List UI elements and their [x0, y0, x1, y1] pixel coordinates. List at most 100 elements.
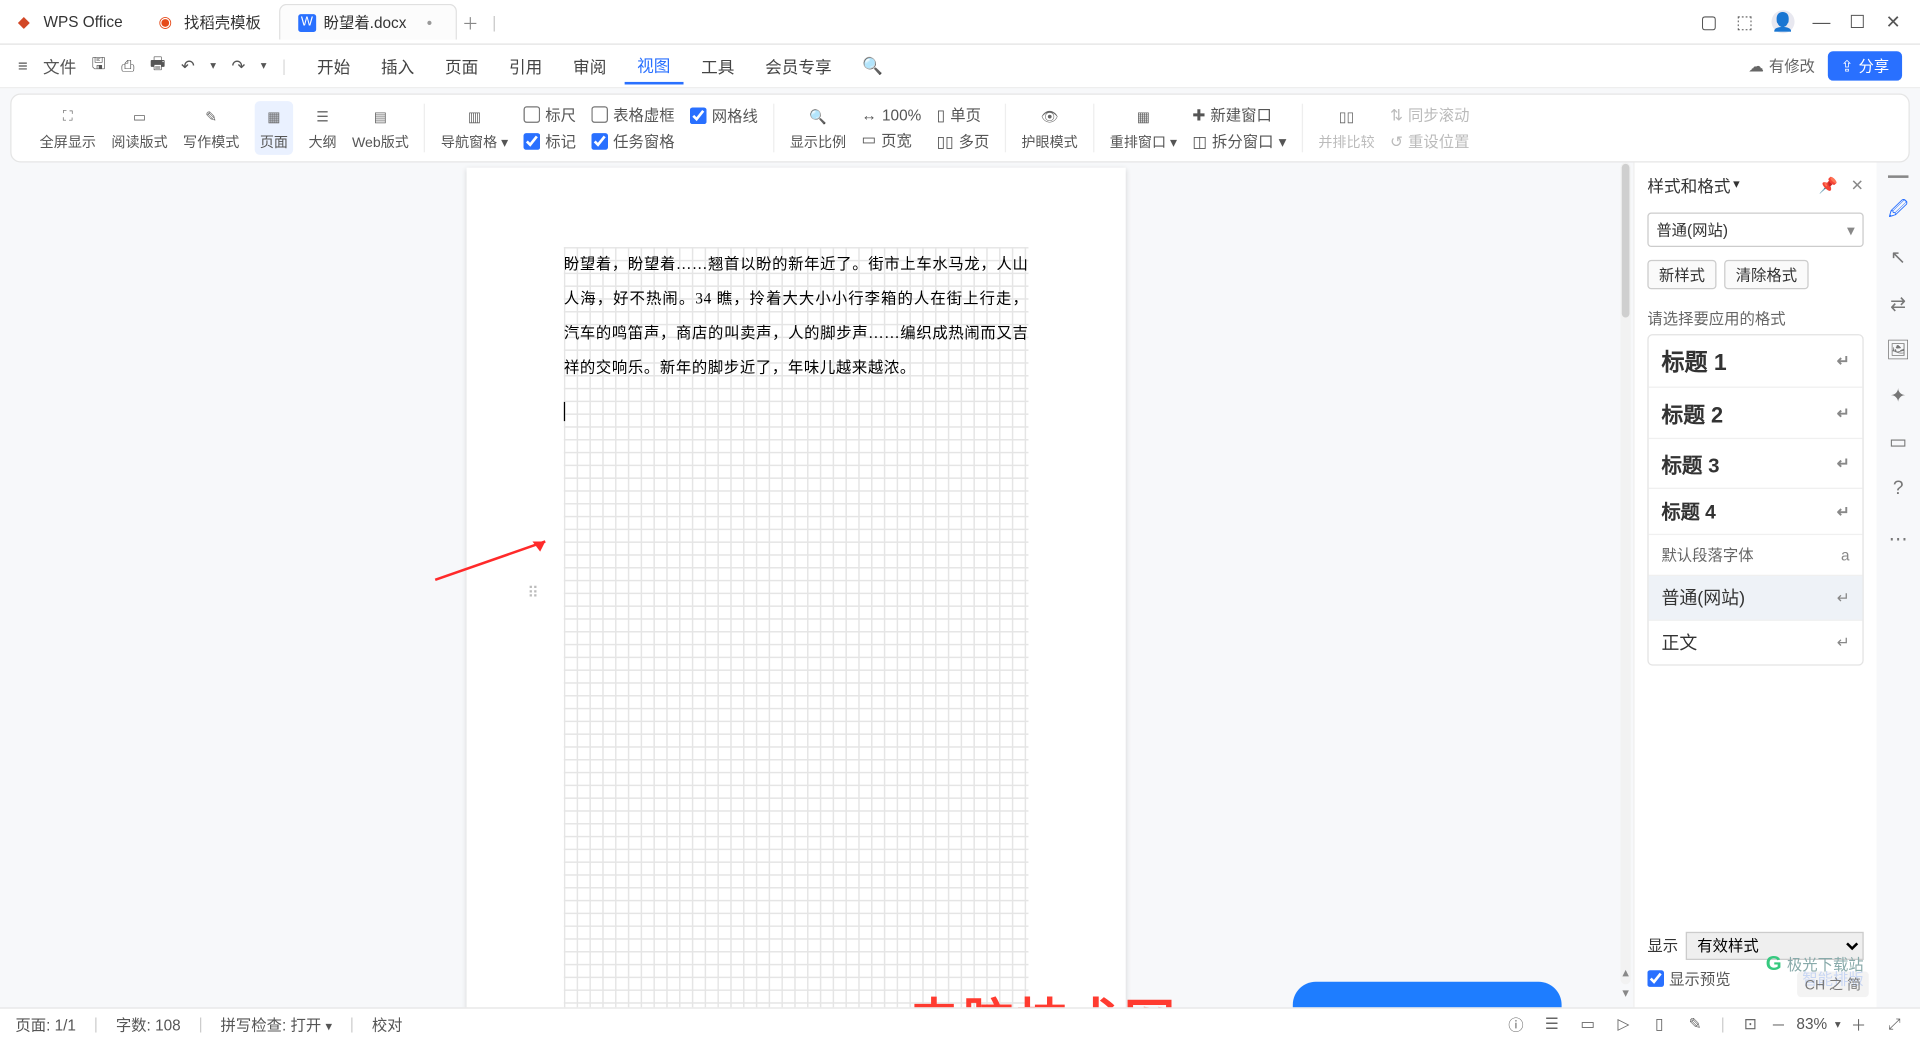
- page-indicator[interactable]: 页面: 1/1: [15, 1013, 76, 1035]
- style-heading2[interactable]: 标题 2↵: [1649, 388, 1863, 439]
- preview-checkbox[interactable]: 显示预览: [1647, 967, 1730, 989]
- print-icon[interactable]: ⎙: [121, 56, 134, 76]
- menu-start[interactable]: 开始: [304, 49, 363, 84]
- web-layout-button[interactable]: ▤Web版式: [352, 104, 409, 153]
- marks-checkbox[interactable]: 标记: [524, 131, 577, 153]
- nav-pane-button[interactable]: ▥导航窗格 ▾: [441, 104, 508, 153]
- wordcount-indicator[interactable]: 字数: 108: [116, 1013, 181, 1035]
- page-width-button[interactable]: ▭ 页宽: [862, 129, 922, 151]
- style-heading1[interactable]: 标题 1↵: [1649, 335, 1863, 387]
- menu-tools[interactable]: 工具: [688, 49, 747, 84]
- tools-icon[interactable]: ✦: [1885, 383, 1911, 409]
- document-area[interactable]: 盼望着，盼望着……翘首以盼的新年近了。街市上车水马龙，人山人海，好不热闹。34 …: [0, 163, 1592, 1007]
- hundred-percent-button[interactable]: ↔ 100%: [862, 106, 922, 124]
- multi-page-button[interactable]: ▯▯ 多页: [937, 131, 990, 153]
- spellcheck-indicator[interactable]: 拼写检查: 打开 ▾: [221, 1013, 332, 1035]
- settings-icon[interactable]: ⇄: [1885, 291, 1911, 317]
- style-normal-web[interactable]: 普通(网站)↵: [1649, 576, 1863, 621]
- style-brush-icon[interactable]: 🖉: [1885, 198, 1911, 224]
- cube-icon[interactable]: ⬚: [1736, 13, 1754, 31]
- menu-page[interactable]: 页面: [432, 49, 491, 84]
- zoom-icon: 🔍: [805, 104, 831, 130]
- menu-member[interactable]: 会员专享: [752, 49, 844, 84]
- style-heading3[interactable]: 标题 3↵: [1649, 439, 1863, 489]
- paragraph-drag-handle-icon[interactable]: ⠿: [527, 584, 541, 602]
- zoom-out-button[interactable]: －: [1768, 1014, 1788, 1034]
- clear-format-button[interactable]: 清除格式: [1724, 260, 1809, 289]
- new-style-button[interactable]: 新样式: [1647, 260, 1716, 289]
- current-style-select[interactable]: 普通(网站)▾: [1647, 212, 1863, 247]
- document-page[interactable]: 盼望着，盼望着……翘首以盼的新年近了。街市上车水马龙，人山人海，好不热闹。34 …: [467, 168, 1126, 1007]
- scroll-up-icon[interactable]: ▴: [1618, 966, 1633, 981]
- vertical-scrollbar[interactable]: [1620, 163, 1630, 984]
- taskpane-checkbox[interactable]: 任务窗格: [591, 131, 674, 153]
- redo-icon[interactable]: ↷: [231, 56, 245, 76]
- view-mode3-icon[interactable]: ▭: [1577, 1014, 1597, 1034]
- outline-button[interactable]: ☰大纲: [308, 104, 336, 153]
- zoom-button[interactable]: 🔍显示比例: [790, 104, 846, 153]
- menu-view[interactable]: 视图: [624, 47, 683, 84]
- tab-wps-home[interactable]: ◆ WPS Office: [0, 4, 141, 40]
- menu-reference[interactable]: 引用: [496, 49, 555, 84]
- search-icon[interactable]: 🔍: [862, 56, 883, 76]
- book-icon[interactable]: ▭: [1885, 429, 1911, 455]
- split-window-button[interactable]: ◫ 拆分窗口 ▾: [1192, 131, 1286, 153]
- undo-icon[interactable]: ↶: [181, 56, 195, 76]
- view-mode4-icon[interactable]: ▷: [1613, 1014, 1633, 1034]
- paragraph-text[interactable]: 盼望着，盼望着……翘首以盼的新年近了。街市上车水马龙，人山人海，好不热闹。34 …: [564, 247, 1029, 385]
- share-button[interactable]: ⇪分享: [1828, 51, 1902, 80]
- reading-mode-button[interactable]: ▭阅读版式: [111, 104, 167, 153]
- single-page-button[interactable]: ▯ 单页: [937, 104, 990, 126]
- expand-icon[interactable]: ⤢: [1884, 1014, 1904, 1034]
- print-preview-icon[interactable]: 🖶: [150, 52, 166, 80]
- style-heading4[interactable]: 标题 4↵: [1649, 489, 1863, 535]
- tab-template[interactable]: ◉ 找稻壳模板: [141, 4, 279, 40]
- menu-review[interactable]: 审阅: [560, 49, 619, 84]
- new-tab-button[interactable]: ＋: [456, 10, 484, 34]
- file-menu[interactable]: 文件: [43, 54, 76, 78]
- menu-insert[interactable]: 插入: [368, 49, 427, 84]
- style-default-para-font[interactable]: 默认段落字体a: [1649, 535, 1863, 576]
- zoom-level[interactable]: 83%: [1796, 1015, 1827, 1033]
- window-close-button[interactable]: ✕: [1884, 13, 1902, 31]
- more-icon[interactable]: ⋯: [1885, 526, 1911, 552]
- fit-icon[interactable]: ⊡: [1740, 1014, 1760, 1034]
- scrollbar-thumb[interactable]: [1622, 164, 1630, 318]
- ruler-checkbox[interactable]: 标尺: [524, 104, 577, 126]
- close-panel-icon[interactable]: ✕: [1851, 176, 1864, 194]
- view-mode1-icon[interactable]: ⓘ: [1506, 1014, 1526, 1034]
- window-maximize-button[interactable]: ☐: [1848, 13, 1866, 31]
- gridlines-checkbox[interactable]: 网格线: [690, 104, 758, 126]
- has-change-label[interactable]: ☁有修改: [1748, 55, 1815, 77]
- user-avatar-icon[interactable]: 👤: [1772, 10, 1795, 33]
- pin-icon[interactable]: 📌: [1819, 176, 1838, 194]
- style-body[interactable]: 正文↵: [1649, 621, 1863, 665]
- word-doc-icon: W: [298, 13, 316, 31]
- new-window-button[interactable]: ✚ 新建窗口: [1192, 104, 1286, 126]
- panel-icon[interactable]: ▢: [1700, 13, 1718, 31]
- window-minimize-button[interactable]: —: [1812, 13, 1830, 31]
- view-mode2-icon[interactable]: ☰: [1542, 1014, 1562, 1034]
- select-icon[interactable]: ↖: [1885, 244, 1911, 270]
- tab-document[interactable]: W 盼望着.docx •: [279, 4, 457, 40]
- multi-page-icon: ▯▯: [937, 132, 954, 150]
- collapse-sidebar-icon[interactable]: [1888, 175, 1908, 178]
- eye-protect-button[interactable]: 👁护眼模式: [1021, 104, 1077, 153]
- view-mode6-icon[interactable]: ✎: [1685, 1014, 1705, 1034]
- zoom-in-button[interactable]: ＋: [1848, 1014, 1868, 1034]
- undo-dropdown-icon[interactable]: ▾: [210, 59, 216, 73]
- hamburger-icon[interactable]: ≡: [18, 56, 28, 75]
- writing-mode-button[interactable]: ✎写作模式: [183, 104, 239, 153]
- fullscreen-button[interactable]: ⛶全屏显示: [40, 104, 96, 153]
- view-mode5-icon[interactable]: ▯: [1649, 1014, 1669, 1034]
- scroll-down-icon[interactable]: ▾: [1618, 986, 1633, 1001]
- proofread-indicator[interactable]: 校对: [372, 1013, 403, 1035]
- tableframe-checkbox[interactable]: 表格虚框: [591, 104, 674, 126]
- redo-dropdown-icon[interactable]: ▾: [261, 59, 267, 73]
- menu-bar: ≡ 文件 🖫 ⎙ 🖶 ↶ ▾ ↷ ▾ | 开始 插入 页面 引用 审阅 视图 工…: [0, 45, 1920, 89]
- save-icon[interactable]: 🖫: [92, 52, 106, 80]
- rearrange-window-button[interactable]: ▦重排窗口 ▾: [1110, 104, 1177, 153]
- help-icon[interactable]: ?: [1885, 475, 1911, 501]
- image-icon[interactable]: 🖼: [1885, 337, 1911, 363]
- page-view-button[interactable]: ▦页面: [255, 101, 293, 155]
